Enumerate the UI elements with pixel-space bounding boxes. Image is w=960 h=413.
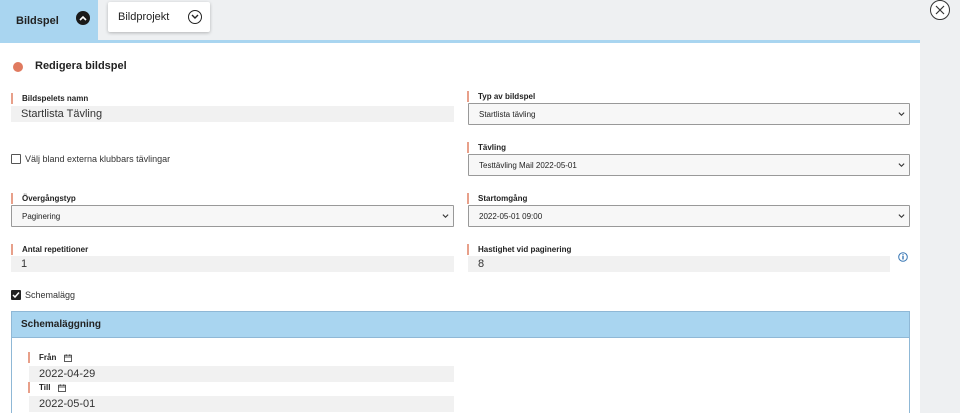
type-label: Typ av bildspel [467,91,535,102]
status-dot [13,62,23,72]
chevron-up-icon[interactable] [76,11,90,25]
repetitions-label: Antal repetitioner [11,244,88,255]
transition-label: Övergångstyp [11,193,76,204]
competition-select[interactable]: Testtävling Mail 2022-05-01 [468,154,910,176]
speed-field[interactable]: 8 [468,256,890,272]
repetitions-field[interactable]: 1 [11,256,454,272]
tab-bildspel[interactable]: Bildspel [0,0,98,42]
from-label: Från [28,352,72,363]
external-clubs-checkbox[interactable] [11,154,21,164]
from-date-field[interactable]: 2022-04-29 [29,366,454,382]
schedule-header: Schemaläggning [12,312,909,338]
page-title: Redigera bildspel [35,60,127,72]
to-label: Till [28,382,66,393]
chevron-down-icon [898,163,905,168]
calendar-icon[interactable] [57,384,66,392]
speed-label: Hastighet vid paginering [467,244,571,255]
tab-bildspel-label: Bildspel [16,15,59,27]
competition-select-value: Testtävling Mail 2022-05-01 [479,160,577,170]
tab-bildprojekt-label: Bildprojekt [118,11,170,23]
close-button[interactable] [930,0,950,20]
start-round-label: Startomgång [467,193,527,204]
transition-select[interactable]: Paginering [11,205,454,227]
type-select-value: Startlista tävling [479,109,536,119]
from-label-text: Från [39,353,57,362]
schedule-checkbox-label: Schemalägg [25,290,76,300]
chevron-down-icon [442,214,449,219]
name-field[interactable]: Startlista Tävling [11,106,454,122]
tab-bildprojekt[interactable]: Bildprojekt [108,2,210,32]
competition-label: Tävling [467,142,506,153]
chevron-down-icon [898,214,905,219]
transition-select-value: Paginering [22,211,61,221]
schedule-checkbox[interactable] [11,290,21,300]
close-icon [935,5,945,15]
check-icon [12,292,20,299]
type-select[interactable]: Startlista tävling [468,103,910,125]
chevron-down-icon [898,112,905,117]
calendar-icon[interactable] [63,354,72,362]
chevron-down-icon[interactable] [188,10,202,24]
info-icon[interactable] [898,252,908,262]
start-round-select[interactable]: 2022-05-01 09:00 [468,205,910,227]
name-label: Bildspelets namn [11,93,88,104]
to-label-text: Till [39,383,51,392]
edit-panel: Redigera bildspel Bildspelets namn Start… [0,40,920,413]
external-clubs-label: Välj bland externa klubbars tävlingar [25,154,171,164]
to-date-field[interactable]: 2022-05-01 [29,396,454,412]
start-round-select-value: 2022-05-01 09:00 [479,211,543,221]
schedule-section: Schemaläggning Från 2022-04-29 Till 2022… [11,311,910,413]
